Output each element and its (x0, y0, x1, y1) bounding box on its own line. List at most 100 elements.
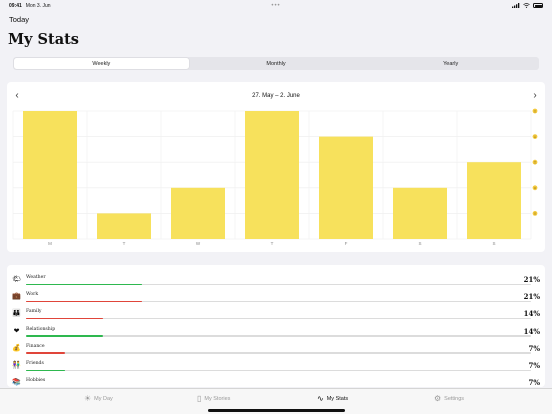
category-percentage: 7% (528, 343, 540, 353)
mood-face-eye (535, 187, 537, 188)
segment-weekly[interactable]: Weekly (14, 58, 189, 69)
mood-face-eye (535, 212, 537, 214)
tab-settings[interactable]: ⚙ Settings (434, 393, 464, 405)
period-segmented-control: Weekly Monthly Yearly (13, 57, 539, 70)
tab-my-stats[interactable]: ∿ My Stats (317, 393, 348, 405)
category-progress-track (26, 335, 531, 337)
mood-chart-card: ‹ 27. May – 2. June › MTWTFSS (7, 82, 545, 252)
chart-bar (467, 162, 521, 239)
chart-bar (393, 187, 447, 239)
family-icon: 👪 (12, 310, 21, 318)
x-tick-label: F (345, 241, 348, 246)
category-name: Relationship (26, 326, 56, 332)
mood-face-eye (535, 110, 537, 111)
x-tick-label: M (48, 241, 52, 246)
category-row[interactable]: ❤ Relationship 14% (12, 323, 540, 340)
segment-monthly[interactable]: Monthly (189, 58, 364, 69)
tab-label: My Stories (204, 396, 231, 402)
category-progress-fill (26, 369, 65, 372)
x-tick-label: T (271, 241, 274, 246)
chart-bar (245, 111, 299, 239)
status-time: 09:41 (9, 2, 22, 9)
category-progress-fill (26, 283, 143, 286)
category-progress-track (26, 283, 531, 286)
chart-bar (23, 111, 77, 239)
category-progress-fill (26, 352, 65, 354)
multitasking-dots-icon[interactable]: ••• (271, 3, 280, 9)
mood-face-eye (533, 187, 535, 188)
category-row[interactable]: 💼 Work 21% (12, 288, 540, 305)
category-row[interactable]: 🌤 Weather 21% (12, 271, 540, 288)
battery-icon (533, 3, 543, 8)
friends-icon: 👫 (12, 362, 21, 369)
category-list-card: 🌤 Weather 21% 💼 Work 21% 👪 Family 14% ❤ Relationsh… (7, 265, 545, 387)
tab-bar: ☀ My Day ▯ My Stories ∿ My Stats ⚙ Setti… (0, 388, 552, 414)
category-row[interactable]: 💰 Finance 7% (12, 340, 540, 357)
mood-face-eye (533, 212, 535, 214)
page-title: My Stats (8, 31, 79, 48)
x-tick-label: S (418, 241, 421, 246)
sun-icon: ☀ (84, 394, 92, 403)
tab-my-day[interactable]: ☀ My Day (84, 393, 113, 405)
x-tick-label: S (492, 241, 495, 246)
books-icon: 📚 (12, 379, 21, 387)
category-progress-fill (26, 300, 143, 303)
book-icon: ▯ (197, 394, 202, 403)
category-percentage: 21% (523, 275, 540, 284)
category-name: Weather (26, 275, 46, 280)
work-icon: 💼 (12, 293, 21, 301)
category-percentage: 7% (528, 361, 540, 370)
category-progress-fill (26, 317, 104, 320)
tab-label: My Day (94, 396, 113, 402)
category-percentage: 14% (523, 309, 540, 319)
cellular-signal-icon (512, 3, 520, 8)
category-progress-track (26, 317, 531, 320)
category-name: Finance (26, 343, 45, 349)
category-name: Work (26, 292, 39, 298)
status-date: Mon 3. Jun (25, 2, 51, 9)
status-bar: 09:41 Mon 3. Jun ••• (0, 0, 552, 11)
back-button-today[interactable]: Today (9, 15, 29, 24)
chart-bar (171, 187, 225, 239)
mood-face-icon (532, 134, 538, 139)
mood-face-icon (532, 211, 538, 216)
status-icons (512, 3, 543, 8)
tab-label: My Stats (326, 396, 349, 402)
category-progress-track (26, 300, 531, 303)
category-percentage: 7% (528, 378, 540, 387)
mood-face-icon (532, 108, 538, 114)
category-progress-track (26, 352, 531, 354)
weather-icon: 🌤 (12, 276, 21, 283)
category-row[interactable]: 📚 Hobbies 7% (12, 374, 540, 387)
mood-bar-chart: MTWTFSS (12, 108, 538, 246)
mood-face-icon (532, 159, 538, 165)
segment-yearly[interactable]: Yearly (363, 58, 538, 69)
heart-icon: ❤ (13, 327, 20, 335)
money-bag-icon: 💰 (12, 344, 21, 352)
mood-face-eye (533, 135, 535, 137)
category-name: Hobbies (26, 378, 46, 384)
tab-my-stories[interactable]: ▯ My Stories (197, 393, 230, 405)
x-tick-label: T (123, 241, 126, 246)
mood-face-eye (533, 110, 535, 111)
mood-face-icon (532, 185, 538, 191)
category-name: Friends (26, 361, 44, 366)
chart-bar (319, 136, 373, 239)
x-tick-label: W (196, 241, 201, 246)
mood-face-eye (533, 161, 535, 162)
chart-bar (97, 213, 151, 239)
category-row[interactable]: 👫 Friends 7% (12, 357, 540, 374)
mood-face-eye (535, 161, 537, 162)
category-percentage: 21% (523, 292, 540, 302)
category-progress-fill (26, 335, 104, 337)
gear-icon: ⚙ (434, 394, 442, 403)
category-name: Family (26, 309, 42, 315)
category-percentage: 14% (523, 326, 540, 336)
category-row[interactable]: 👪 Family 14% (12, 305, 540, 322)
category-progress-track (26, 369, 531, 372)
mood-face-eye (535, 135, 537, 137)
tab-label: Settings (444, 396, 465, 402)
chart-line-icon: ∿ (317, 394, 324, 403)
wifi-icon (523, 3, 530, 8)
home-indicator (208, 409, 345, 412)
